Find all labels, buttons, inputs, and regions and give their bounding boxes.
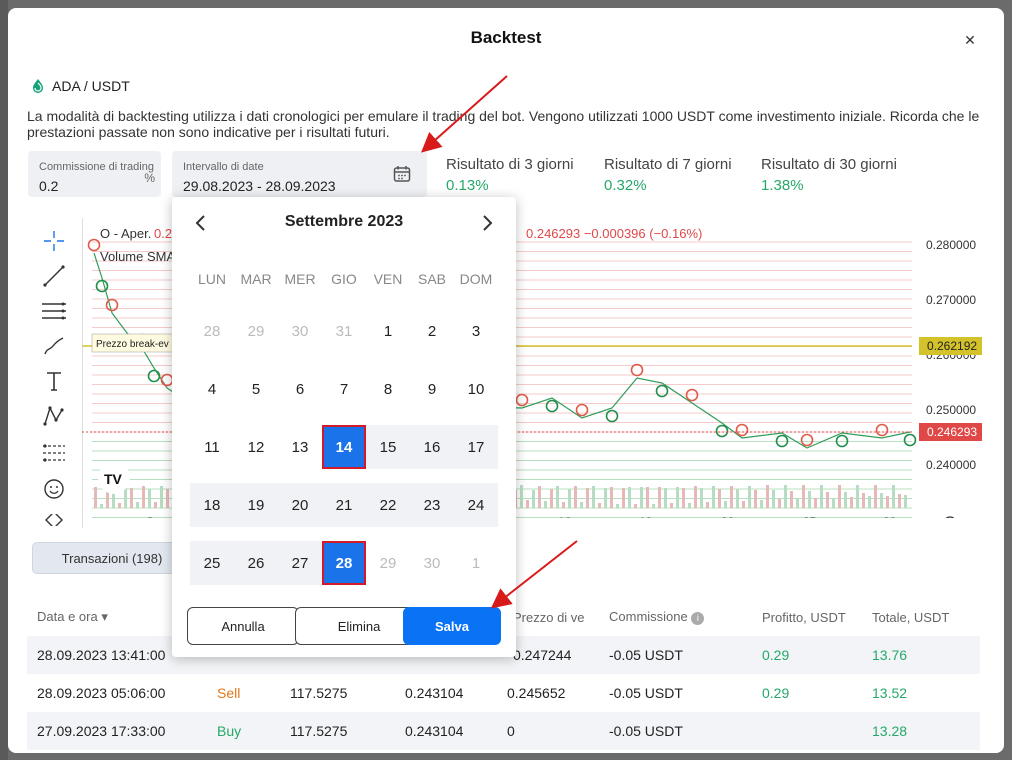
annotation-arrows — [421, 75, 578, 609]
arrow-to-date-field — [421, 75, 508, 153]
arrow-to-save-button — [490, 540, 578, 609]
